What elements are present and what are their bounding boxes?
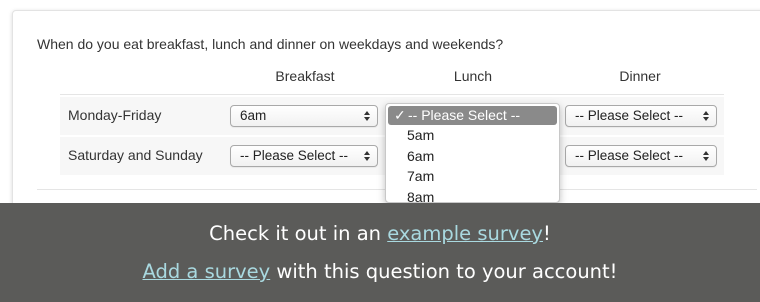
dropdown-option-please-select[interactable]: ✓ -- Please Select -- — [388, 106, 557, 125]
row-label-saturday-sunday: Saturday and Sunday — [68, 147, 203, 163]
banner-line-example: Check it out in an example survey! — [209, 222, 551, 245]
add-survey-link[interactable]: Add a survey — [142, 260, 270, 283]
column-header-lunch: Lunch — [453, 68, 493, 84]
promo-banner: Check it out in an example survey! Add a… — [0, 203, 760, 302]
dropdown-option[interactable]: 7am — [386, 166, 559, 187]
chevron-updown-icon — [364, 111, 370, 121]
dinner-weekend-select[interactable]: -- Please Select -- — [565, 145, 717, 167]
breakfast-weekend-select[interactable]: -- Please Select -- — [230, 145, 378, 167]
chevron-updown-icon — [364, 151, 370, 161]
select-value: -- Please Select -- — [240, 148, 349, 163]
dropdown-option[interactable]: 8am — [386, 187, 559, 203]
chevron-updown-icon — [703, 111, 709, 121]
dropdown-option[interactable]: 6am — [386, 146, 559, 167]
column-header-breakfast: Breakfast — [275, 68, 335, 84]
banner-line-add: Add a survey with this question to your … — [142, 260, 618, 283]
lunch-weekday-dropdown[interactable]: ✓ -- Please Select -- 5am 6am 7am 8am — [385, 103, 560, 203]
select-value: 6am — [240, 108, 267, 123]
row-label-monday-friday: Monday-Friday — [68, 107, 162, 123]
dropdown-option[interactable]: 5am — [386, 125, 559, 146]
question-text: When do you eat breakfast, lunch and din… — [37, 36, 504, 52]
select-value: -- Please Select -- — [575, 108, 684, 123]
chevron-updown-icon — [703, 151, 709, 161]
example-survey-link[interactable]: example survey — [387, 222, 543, 245]
breakfast-weekday-select[interactable]: 6am — [230, 105, 378, 127]
dinner-weekday-select[interactable]: -- Please Select -- — [565, 105, 717, 127]
column-header-dinner: Dinner — [619, 68, 661, 84]
checkmark-icon: ✓ — [394, 107, 406, 123]
select-value: -- Please Select -- — [575, 148, 684, 163]
row-divider — [60, 94, 724, 95]
